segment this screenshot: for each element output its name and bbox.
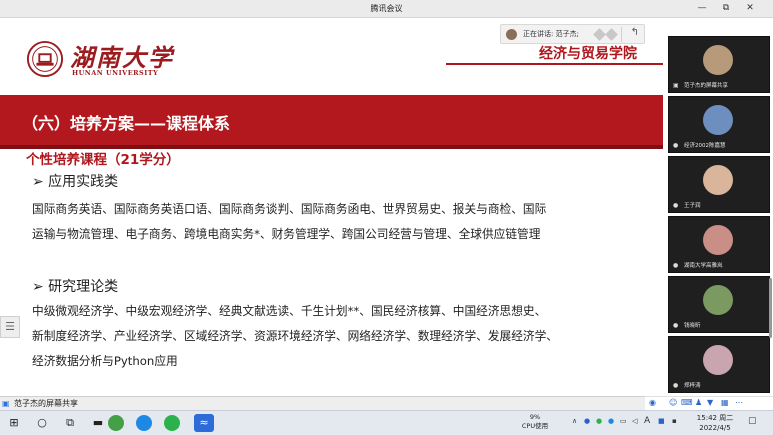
avatar — [703, 225, 733, 255]
course-line: 中级微观经济学、中级宏观经济学、经典文献选读、千生计划**、国民经济核算、中国经… — [32, 304, 547, 318]
window-titlebar: 腾讯会议 — ⧉ ✕ — [0, 0, 773, 18]
course-line: 新制度经济学、产业经济学、区域经济学、资源环境经济学、网络经济学、数理经济学、发… — [32, 329, 558, 343]
windows-taskbar: ⊞ ○ ⧉ ▬ ≈ 9% CPU使用 ∧ ● ● ● ▭ ◁ A ■ ▪ 15:… — [0, 410, 773, 435]
participant-tile[interactable]: ● 湖南大学高雅岚 — [668, 216, 770, 273]
system-clock[interactable]: 15:42 周二 2022/4/5 — [692, 413, 738, 433]
window-title: 腾讯会议 — [370, 4, 403, 13]
meeting-mini-toolbar: ◉ ☺ ⌨ ♟ ▼ ▦ ⋯ — [645, 396, 773, 410]
participants-panel: ▣ 范子杰的屏幕共享 ● 经济2002陈嘉慧 ● 王子润 ● 湖南大学高雅岚 ●… — [663, 18, 773, 398]
college-name: 经济与贸易学院 — [539, 46, 637, 62]
avatar — [703, 45, 733, 75]
tencent-meeting-icon[interactable]: ≈ — [194, 414, 214, 432]
university-seal-icon — [26, 40, 64, 78]
speaker-avatar-icon — [506, 29, 517, 40]
university-logo-english: HUNAN UNIVERSITY — [72, 69, 159, 77]
divider — [621, 27, 622, 42]
avatar — [703, 285, 733, 315]
more-icon[interactable]: ⋯ — [735, 398, 743, 407]
file-explorer-icon[interactable]: ▬ — [88, 414, 108, 432]
restore-button[interactable]: ⧉ — [716, 1, 736, 16]
user-icon: ● — [673, 262, 679, 269]
user-icon: ● — [673, 382, 679, 389]
slide-heading-bar: （六）培养方案——课程体系 — [0, 95, 663, 149]
course-line: 国际商务英语、国际商务英语口语、国际商务谈判、国际商务函电、世界贸易史、报关与商… — [32, 202, 547, 216]
speaking-indicator: 正在讲话: 范子杰; ↰ — [500, 24, 645, 44]
participant-name: 王子润 — [684, 203, 701, 209]
windows-start-icon[interactable]: ⊞ — [4, 414, 24, 432]
network-icon[interactable]: ▭ — [620, 417, 627, 425]
cpu-usage: 9% CPU使用 — [520, 413, 550, 431]
tray-chevron-icon[interactable]: ∧ — [572, 417, 577, 425]
clock-time: 15:42 周二 — [696, 414, 734, 422]
speaking-label: 正在讲话: 范子杰; — [523, 30, 579, 38]
avatar — [703, 345, 733, 375]
participant-tile[interactable]: ● 钱晓昕 — [668, 276, 770, 333]
participant-name: 郑梓涛 — [684, 383, 701, 389]
user-icon[interactable]: ♟ — [695, 398, 702, 407]
screen-share-label: 范子杰的屏幕共享 — [14, 399, 78, 408]
participant-name: 范子杰的屏幕共享 — [684, 83, 729, 89]
college-underline — [446, 63, 663, 65]
shared-slide: 湖南大学 HUNAN UNIVERSITY 经济与贸易学院 （六）培养方案——课… — [0, 18, 663, 396]
cpu-usage-percent: 9% — [529, 413, 541, 421]
ime-indicator[interactable]: A — [644, 416, 650, 426]
side-menu-handle[interactable]: ☰ — [0, 316, 20, 338]
section-title-applied: ➢ 应用实践类 — [32, 174, 119, 190]
course-line: 运输与物流管理、电子商务、跨境电商实务*、财务管理学、跨国公司经营与管理、全球供… — [32, 227, 541, 241]
clock-date: 2022/4/5 — [699, 424, 731, 432]
task-view-icon[interactable]: ⧉ — [60, 414, 80, 432]
search-icon[interactable]: ○ — [32, 414, 52, 432]
participant-name: 钱晓昕 — [684, 323, 701, 329]
participant-tile[interactable]: ● 经济2002陈嘉慧 — [668, 96, 770, 153]
tray-app-icon[interactable]: ● — [608, 417, 614, 425]
slide-subheading: 个性培养课程（21学分） — [26, 152, 180, 168]
user-circle-icon[interactable]: ◉ — [649, 398, 656, 407]
tray-app-icon[interactable]: ● — [584, 417, 590, 425]
grid-icon[interactable]: ▦ — [721, 398, 729, 407]
diamond-icon — [593, 28, 606, 41]
cpu-usage-label: CPU使用 — [521, 422, 549, 430]
tray-app-icon[interactable]: ▪ — [672, 417, 677, 425]
participant-tile[interactable]: ● 王子润 — [668, 156, 770, 213]
participant-tile[interactable]: ● 郑梓涛 — [668, 336, 770, 393]
screen-share-icon: ▣ — [673, 82, 679, 89]
avatar — [703, 105, 733, 135]
minimize-button[interactable]: — — [692, 1, 712, 16]
app-icon[interactable] — [108, 415, 124, 431]
course-line: 经济数据分析与Python应用 — [32, 354, 178, 368]
tray-wechat-icon[interactable]: ● — [596, 417, 602, 425]
screen-share-icon: ▣ — [2, 399, 10, 408]
participant-name: 经济2002陈嘉慧 — [684, 143, 726, 149]
diamond-icon — [605, 28, 618, 41]
close-button[interactable]: ✕ — [740, 1, 760, 16]
keyboard-icon[interactable]: ⌨ — [681, 398, 693, 407]
browser-icon[interactable] — [136, 415, 152, 431]
return-arrow-icon[interactable]: ↰ — [631, 27, 639, 38]
wechat-icon[interactable] — [164, 415, 180, 431]
participant-tile[interactable]: ▣ 范子杰的屏幕共享 — [668, 36, 770, 93]
panel-scrollbar[interactable] — [769, 278, 772, 338]
user-icon: ● — [673, 322, 679, 329]
volume-icon[interactable]: ◁ — [632, 417, 637, 425]
section-title-theory: ➢ 研究理论类 — [32, 279, 119, 295]
university-logo-text: 湖南大学 — [70, 43, 174, 72]
user-icon: ● — [673, 142, 679, 149]
mic-muted-icon: ● — [673, 202, 679, 209]
slide-heading: （六）培养方案——课程体系 — [22, 114, 231, 133]
participant-name: 湖南大学高雅岚 — [684, 263, 723, 269]
tray-app-icon[interactable]: ■ — [658, 417, 665, 425]
screen-share-bar[interactable]: ▣ 范子杰的屏幕共享 — [0, 396, 663, 410]
notification-icon[interactable]: ▢ — [748, 416, 757, 426]
shirt-icon[interactable]: ▼ — [707, 398, 713, 407]
emoji-icon[interactable]: ☺ — [669, 398, 677, 407]
avatar — [703, 165, 733, 195]
